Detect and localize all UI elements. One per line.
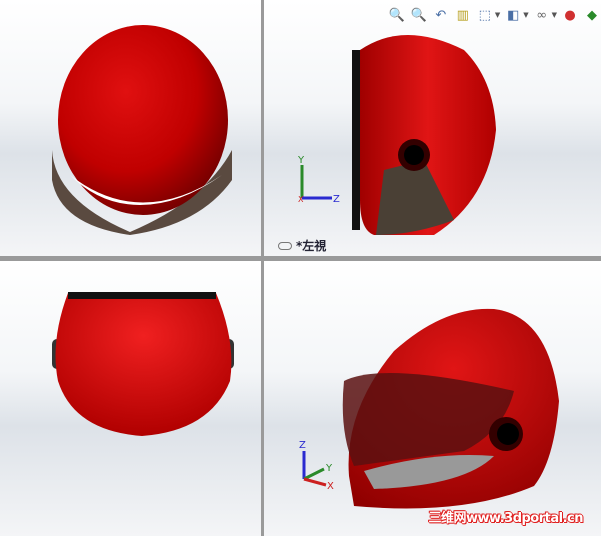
view-name: *左視	[296, 239, 327, 253]
chevron-down-icon[interactable]: ▼	[495, 11, 500, 19]
zoom-to-fit-icon[interactable]: 🔍	[388, 6, 406, 24]
view-orientation-icon[interactable]: ⬚	[476, 6, 494, 24]
helmet-isometric-view: Z Y X	[299, 308, 559, 509]
viewport-front[interactable]	[0, 0, 261, 256]
zoom-to-area-icon[interactable]: 🔍	[410, 6, 428, 24]
svg-text:Z: Z	[333, 194, 340, 205]
svg-text:Z: Z	[299, 440, 306, 451]
svg-text:Y: Y	[325, 463, 333, 474]
previous-view-icon[interactable]: ↶	[432, 6, 450, 24]
watermark: 三维网www.3dportal.cn	[428, 511, 584, 526]
link-views-icon[interactable]	[278, 241, 292, 250]
svg-text:X: X	[298, 195, 304, 204]
helmet-front-view	[52, 25, 232, 235]
display-style-icon[interactable]: ◧	[504, 6, 522, 24]
view-label: *左視	[278, 237, 326, 254]
viewport-top[interactable]	[0, 261, 261, 536]
helmet-top-view	[52, 292, 234, 436]
hide-show-items-icon[interactable]: ∞	[533, 6, 551, 24]
chevron-down-icon[interactable]: ▼	[523, 11, 528, 19]
section-view-icon[interactable]: ▥	[454, 6, 472, 24]
chevron-down-icon[interactable]: ▼	[552, 11, 557, 19]
apply-scene-icon[interactable]: ◆	[583, 6, 601, 24]
viewport-isometric[interactable]: Z Y X 三维网www.3dportal.cn	[264, 261, 601, 536]
svg-text:X: X	[327, 481, 334, 492]
viewport-left[interactable]: Y Z X 🔍 🔍 ↶ ▥ ⬚ ▼ ◧ ▼ ∞ ▼ ● ◆ *左視	[264, 0, 601, 256]
edit-appearance-icon[interactable]: ●	[561, 6, 579, 24]
axis-triad: Y Z X	[297, 155, 340, 205]
axis-triad: Z Y X	[299, 440, 334, 492]
heads-up-toolbar: 🔍 🔍 ↶ ▥ ⬚ ▼ ◧ ▼ ∞ ▼ ● ◆	[388, 6, 601, 24]
helmet-left-view: Y Z X	[297, 35, 496, 235]
svg-text:Y: Y	[297, 155, 305, 166]
